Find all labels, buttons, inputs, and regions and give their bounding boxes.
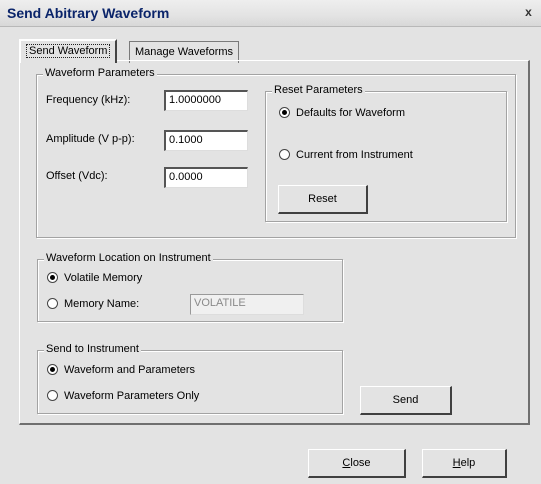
help-mnemonic: H [452,457,461,469]
memory-name-radio[interactable]: Memory Name: [47,298,139,310]
radio-unselected-icon [47,390,58,401]
waveform-parameters-legend: Waveform Parameters [43,67,157,79]
send-to-instrument-group: Send to Instrument [37,343,343,414]
current-from-instrument-radio[interactable]: Current from Instrument [279,149,413,161]
radio-selected-icon [47,272,58,283]
amplitude-field[interactable]: 0.1000 [164,130,248,151]
frequency-label: Frequency (kHz): [46,94,131,106]
waveform-parameters-only-label: Waveform Parameters Only [64,390,200,402]
radio-unselected-icon [279,149,290,160]
waveform-and-parameters-label: Waveform and Parameters [64,364,196,376]
title-bar: Send Abitrary Waveform x [0,0,541,27]
help-label-rest: elp [460,457,476,469]
current-from-instrument-label: Current from Instrument [296,149,413,161]
waveform-parameters-only-radio[interactable]: Waveform Parameters Only [47,390,199,402]
radio-selected-icon [279,107,290,118]
offset-field[interactable]: 0.0000 [164,167,248,188]
close-button[interactable]: Close [308,449,406,478]
volatile-memory-radio[interactable]: Volatile Memory [47,272,142,284]
defaults-for-waveform-label: Defaults for Waveform [296,107,406,119]
help-button[interactable]: Help [422,449,507,478]
reset-parameters-legend: Reset Parameters [272,84,365,96]
send-to-instrument-legend: Send to Instrument [44,343,141,355]
radio-unselected-icon [47,298,58,309]
offset-label: Offset (Vdc): [46,170,108,182]
window-title: Send Abitrary Waveform [7,5,170,21]
tab-send-waveform[interactable]: Send Waveform [19,39,118,63]
amplitude-label: Amplitude (V p-p): [46,133,135,145]
tab-send-waveform-label: Send Waveform [26,44,111,58]
memory-name-label: Memory Name: [64,298,140,310]
memory-name-field[interactable]: VOLATILE [190,294,304,315]
reset-button[interactable]: Reset [278,185,368,214]
frequency-field[interactable]: 1.0000000 [164,90,248,111]
radio-selected-icon [47,364,58,375]
volatile-memory-label: Volatile Memory [64,272,143,284]
send-button[interactable]: Send [360,386,452,415]
tab-manage-waveforms-label: Manage Waveforms [135,46,234,58]
close-icon[interactable]: x [521,5,536,20]
waveform-location-legend: Waveform Location on Instrument [44,252,213,264]
defaults-for-waveform-radio[interactable]: Defaults for Waveform [279,107,405,119]
close-label-rest: lose [350,457,371,469]
waveform-and-parameters-radio[interactable]: Waveform and Parameters [47,364,195,376]
